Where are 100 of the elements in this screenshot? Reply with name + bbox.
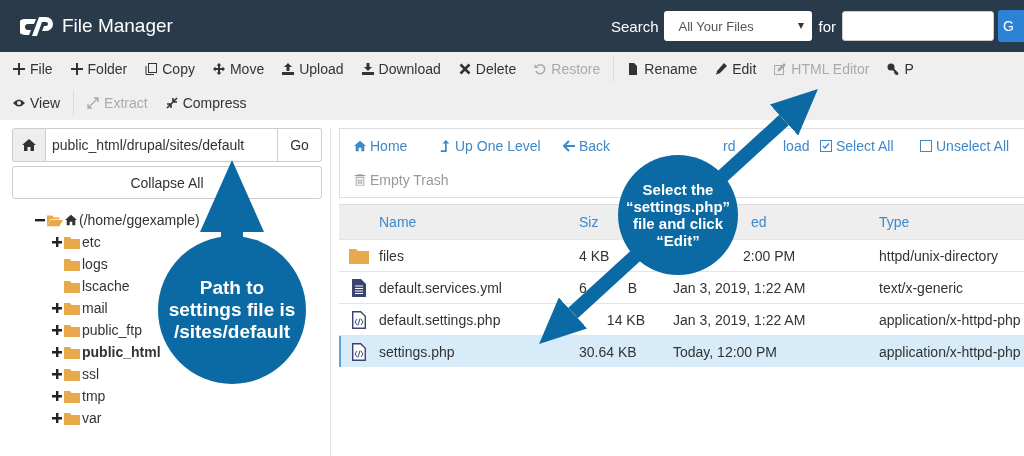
table-cell: text/x-generic: [879, 279, 964, 296]
toolbar-button[interactable]: P: [878, 61, 923, 77]
toolbar-button[interactable]: Download: [352, 61, 450, 77]
checkbox-icon: [920, 140, 932, 152]
toolbar-button[interactable]: Up One Level: [437, 138, 543, 154]
toolbar-button[interactable]: Upload: [273, 61, 353, 77]
folder-icon: [64, 323, 80, 337]
toolbar-button[interactable]: Unselect All: [918, 138, 1012, 154]
edit-box-icon: [774, 63, 787, 75]
file-icon: [627, 63, 640, 75]
move-icon: [212, 63, 225, 75]
open-folder-icon: [47, 213, 63, 227]
tree-item[interactable]: logs: [82, 256, 108, 272]
text-file-icon: [352, 278, 366, 297]
table-cell: 2:00 PM: [743, 247, 796, 264]
key-icon: [887, 63, 900, 75]
download-icon: [361, 63, 374, 75]
table-cell: 14 KB: [606, 311, 645, 328]
eye-icon: [13, 97, 25, 109]
copy-icon: [145, 63, 158, 75]
toolbar-button[interactable]: Copy: [136, 61, 204, 77]
table-cell: default.services.yml: [379, 279, 502, 296]
table-cell: 6: [579, 279, 587, 296]
tree-item[interactable]: etc: [82, 234, 101, 250]
path-field[interactable]: public_html/drupal/sites/default: [46, 128, 278, 162]
folder-icon: [64, 235, 80, 249]
toolbar-button[interactable]: Back: [561, 138, 613, 154]
tree-item[interactable]: var: [82, 410, 102, 426]
restore-icon: [534, 63, 547, 75]
folder-icon: [64, 411, 80, 425]
folder-icon: [64, 345, 80, 359]
home-icon: [354, 140, 366, 152]
trash-icon: [354, 174, 366, 186]
scope-dropdown[interactable]: All Your Files: [664, 11, 813, 41]
toolbar-button[interactable]: File: [4, 61, 62, 77]
folder-icon: [64, 279, 80, 293]
table-cell: 30.64 KB: [579, 343, 637, 360]
table-cell: application/x-httpd-php: [879, 343, 1021, 360]
tree-item[interactable]: ssl: [82, 366, 100, 382]
plus-icon[interactable]: [52, 303, 62, 313]
callout-bubble: Select the “settings.php” file and click “Edit”: [618, 155, 738, 275]
tree-item[interactable]: lscache: [82, 278, 130, 294]
folder-icon: [64, 389, 80, 403]
plus-icon[interactable]: [52, 391, 62, 401]
table-cell: settings.php: [379, 343, 455, 360]
expand-arrows-icon: [87, 97, 100, 109]
folder-icon: [64, 367, 80, 381]
compress-arrows-icon: [165, 97, 178, 109]
table-cell: default.settings.php: [379, 311, 501, 328]
table-cell: Today, 12:00 PM: [673, 343, 778, 360]
pencil-icon: [715, 63, 728, 75]
delete-icon: [458, 63, 471, 75]
toolbar-button[interactable]: Select All: [818, 138, 896, 154]
plus-icon[interactable]: [52, 369, 62, 379]
code-file-icon: [352, 310, 366, 329]
toolbar-button[interactable]: Folder: [61, 61, 137, 77]
toolbar-button[interactable]: rd: [721, 138, 738, 154]
toolbar-button[interactable]: Rename: [618, 61, 707, 77]
tree-item[interactable]: public_html: [82, 344, 161, 360]
toolbar-button[interactable]: Compress: [156, 95, 256, 111]
table-cell: 4 KB: [579, 247, 610, 264]
table-cell: application/x-httpd-php: [879, 311, 1021, 328]
app-title: File Manager: [62, 15, 173, 37]
table-cell: httpd/unix-directory: [879, 247, 999, 264]
tree-item[interactable]: tmp: [82, 388, 106, 404]
left-arrow-icon: [563, 140, 575, 152]
plus-icon[interactable]: [52, 347, 62, 357]
caret-icon: [798, 23, 805, 29]
folder-icon: [64, 301, 80, 315]
plus-icon[interactable]: [52, 413, 62, 423]
logo-icon: [20, 15, 54, 37]
plus-icon[interactable]: [52, 325, 62, 335]
plus-icon[interactable]: [52, 237, 62, 247]
home-button[interactable]: [12, 128, 46, 162]
table-cell: Jan 3, 2019, 1:22 AM: [673, 311, 806, 328]
upload-icon: [282, 63, 295, 75]
tree-item[interactable]: (/home/ggexample): [79, 212, 200, 228]
toolbar-button[interactable]: Edit: [706, 61, 766, 77]
plus-icon: [70, 63, 83, 75]
table-cell: B: [627, 279, 638, 296]
checkbox-icon: [820, 140, 832, 152]
toolbar-button[interactable]: load: [781, 138, 812, 154]
toolbar-button[interactable]: Move: [203, 61, 274, 77]
file-row[interactable]: settings.php 30.64 KB Today, 12:00 PM application/x-httpd-php: [339, 335, 1024, 367]
toolbar-button[interactable]: Delete: [449, 61, 526, 77]
search-field[interactable]: [842, 11, 994, 41]
tree-item[interactable]: mail: [82, 300, 108, 316]
table-cell: files: [379, 247, 404, 264]
search-button[interactable]: G: [998, 10, 1024, 42]
search-label: Search: [610, 17, 659, 35]
plus-icon: [13, 63, 25, 75]
tree-item[interactable]: public_ftp: [82, 322, 142, 338]
toolbar-button[interactable]: Home: [352, 138, 410, 154]
up-arrow-icon: [439, 140, 451, 152]
toolbar-button[interactable]: View: [4, 95, 70, 111]
table-cell: Jan 3, 2019, 1:22 AM: [673, 279, 806, 296]
collapse-all-button[interactable]: Collapse All: [12, 166, 322, 199]
folder-icon: [349, 247, 369, 264]
go-button[interactable]: Go: [278, 128, 322, 162]
code-file-icon: [352, 342, 366, 361]
